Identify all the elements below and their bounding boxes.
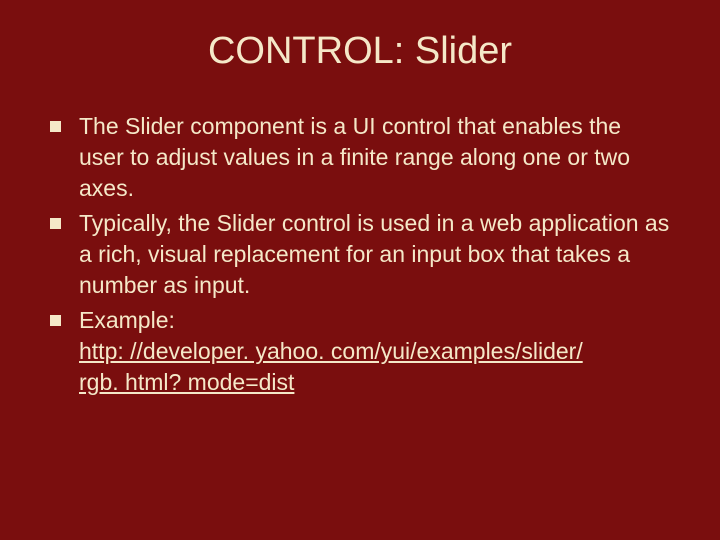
bullet-list: The Slider component is a UI control tha…: [50, 111, 670, 398]
slide-container: CONTROL: Slider The Slider component is …: [0, 0, 720, 540]
bullet-text: Example: http: //developer. yahoo. com/y…: [79, 305, 670, 398]
square-bullet-icon: [50, 121, 61, 132]
example-link-line-1[interactable]: http: //developer. yahoo. com/yui/exampl…: [79, 336, 670, 367]
square-bullet-icon: [50, 315, 61, 326]
slide-title: CONTROL: Slider: [50, 30, 670, 73]
list-item: The Slider component is a UI control tha…: [50, 111, 670, 204]
list-item: Typically, the Slider control is used in…: [50, 208, 670, 301]
example-link-line-2[interactable]: rgb. html? mode=dist: [79, 367, 670, 398]
bullet-text: The Slider component is a UI control tha…: [79, 111, 670, 204]
list-item: Example: http: //developer. yahoo. com/y…: [50, 305, 670, 398]
square-bullet-icon: [50, 218, 61, 229]
example-label: Example:: [79, 305, 670, 336]
bullet-text: Typically, the Slider control is used in…: [79, 208, 670, 301]
